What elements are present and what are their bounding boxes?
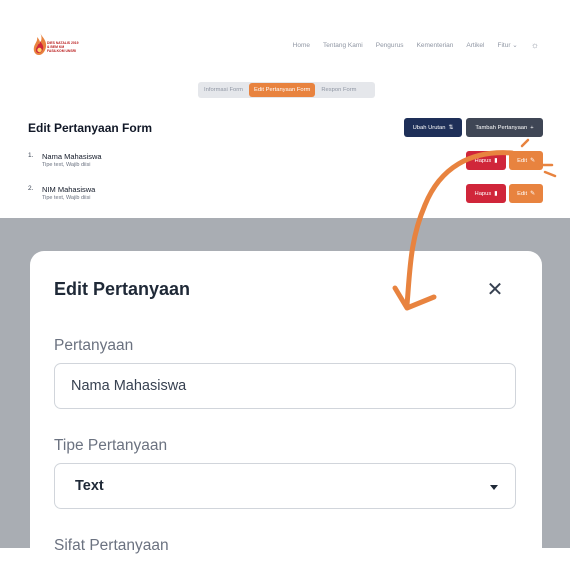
flame-logo-icon xyxy=(33,33,47,55)
site-logo[interactable]: DIES NATALIS 2019 & BEM KM FASILKOM UNSR… xyxy=(32,32,79,58)
pencil-icon: ✎ xyxy=(530,190,535,197)
plus-icon: + xyxy=(530,124,534,131)
navbar: DIES NATALIS 2019 & BEM KM FASILKOM UNSR… xyxy=(0,0,570,90)
question-meta: Tipe text, Wajib diisi xyxy=(42,162,91,168)
nav-fitur-label: Fitur xyxy=(497,42,511,49)
nav-pengurus[interactable]: Pengurus xyxy=(376,42,404,49)
edit-label: Edit xyxy=(517,190,528,197)
pertanyaan-field xyxy=(54,363,516,409)
tab-informasi-form[interactable]: Informasi Form xyxy=(199,83,248,97)
sifat-pertanyaan-label: Sifat Pertanyaan xyxy=(54,537,169,554)
theme-toggle-sun-icon[interactable]: ☼ xyxy=(531,40,539,50)
hapus-label: Hapus xyxy=(474,157,492,164)
question-meta: Tipe text, Wajib diisi xyxy=(42,195,91,201)
trash-icon: ▮ xyxy=(494,157,498,164)
hapus-button[interactable]: Hapus ▮ xyxy=(466,151,506,170)
question-text: Nama Mahasiswa xyxy=(42,152,102,161)
logo-line-3: FASILKOM UNSRI xyxy=(47,49,77,53)
tipe-pertanyaan-select[interactable]: Text xyxy=(54,463,516,509)
pertanyaan-input[interactable] xyxy=(55,364,507,408)
hapus-label: Hapus xyxy=(474,190,492,197)
nav-fitur[interactable]: Fitur ⌄ xyxy=(497,41,517,49)
tambah-pertanyaan-button[interactable]: Tambah Pertanyaan + xyxy=(466,118,543,137)
tambah-pertanyaan-label: Tambah Pertanyaan xyxy=(475,124,528,131)
ubah-urutan-label: Ubah Urutan xyxy=(412,124,446,131)
edit-pertanyaan-modal: Edit Pertanyaan ✕ Pertanyaan Tipe Pertan… xyxy=(30,251,542,581)
edit-label: Edit xyxy=(517,157,528,164)
nav-artikel[interactable]: Artikel xyxy=(466,42,484,49)
tab-edit-pertanyaan-form[interactable]: Edit Pertanyaan Form xyxy=(248,83,316,97)
nav-kementerian[interactable]: Kementerian xyxy=(417,42,454,49)
chevron-down-icon xyxy=(490,485,498,490)
trash-icon: ▮ xyxy=(494,190,498,197)
tipe-pertanyaan-value: Text xyxy=(75,478,104,494)
tab-respon-form[interactable]: Respon Form xyxy=(316,83,361,97)
edit-button[interactable]: Edit ✎ xyxy=(509,151,543,170)
question-number: 1. xyxy=(28,152,34,159)
nav-tentang-kami[interactable]: Tentang Kami xyxy=(323,42,363,49)
ubah-urutan-button[interactable]: Ubah Urutan ⇅ xyxy=(404,118,462,137)
form-tabs: Informasi Form Edit Pertanyaan Form Resp… xyxy=(198,82,375,98)
nav-home[interactable]: Home xyxy=(293,42,310,49)
sort-icon: ⇅ xyxy=(448,124,454,131)
logo-text: DIES NATALIS 2019 & BEM KM FASILKOM UNSR… xyxy=(47,41,79,53)
pencil-icon: ✎ xyxy=(530,157,535,164)
modal-title: Edit Pertanyaan xyxy=(54,279,191,299)
nav-links: Home Tentang Kami Pengurus Kementerian A… xyxy=(293,40,539,50)
pertanyaan-label: Pertanyaan xyxy=(54,337,134,354)
hapus-button[interactable]: Hapus ▮ xyxy=(466,184,506,203)
tipe-pertanyaan-label: Tipe Pertanyaan xyxy=(54,437,168,454)
edit-button[interactable]: Edit ✎ xyxy=(509,184,543,203)
chevron-down-icon: ⌄ xyxy=(512,42,518,49)
page-title: Edit Pertanyaan Form xyxy=(28,121,153,135)
question-number: 2. xyxy=(28,185,34,192)
question-text: NIM Mahasiswa xyxy=(42,185,96,194)
close-icon[interactable]: ✕ xyxy=(486,280,504,300)
